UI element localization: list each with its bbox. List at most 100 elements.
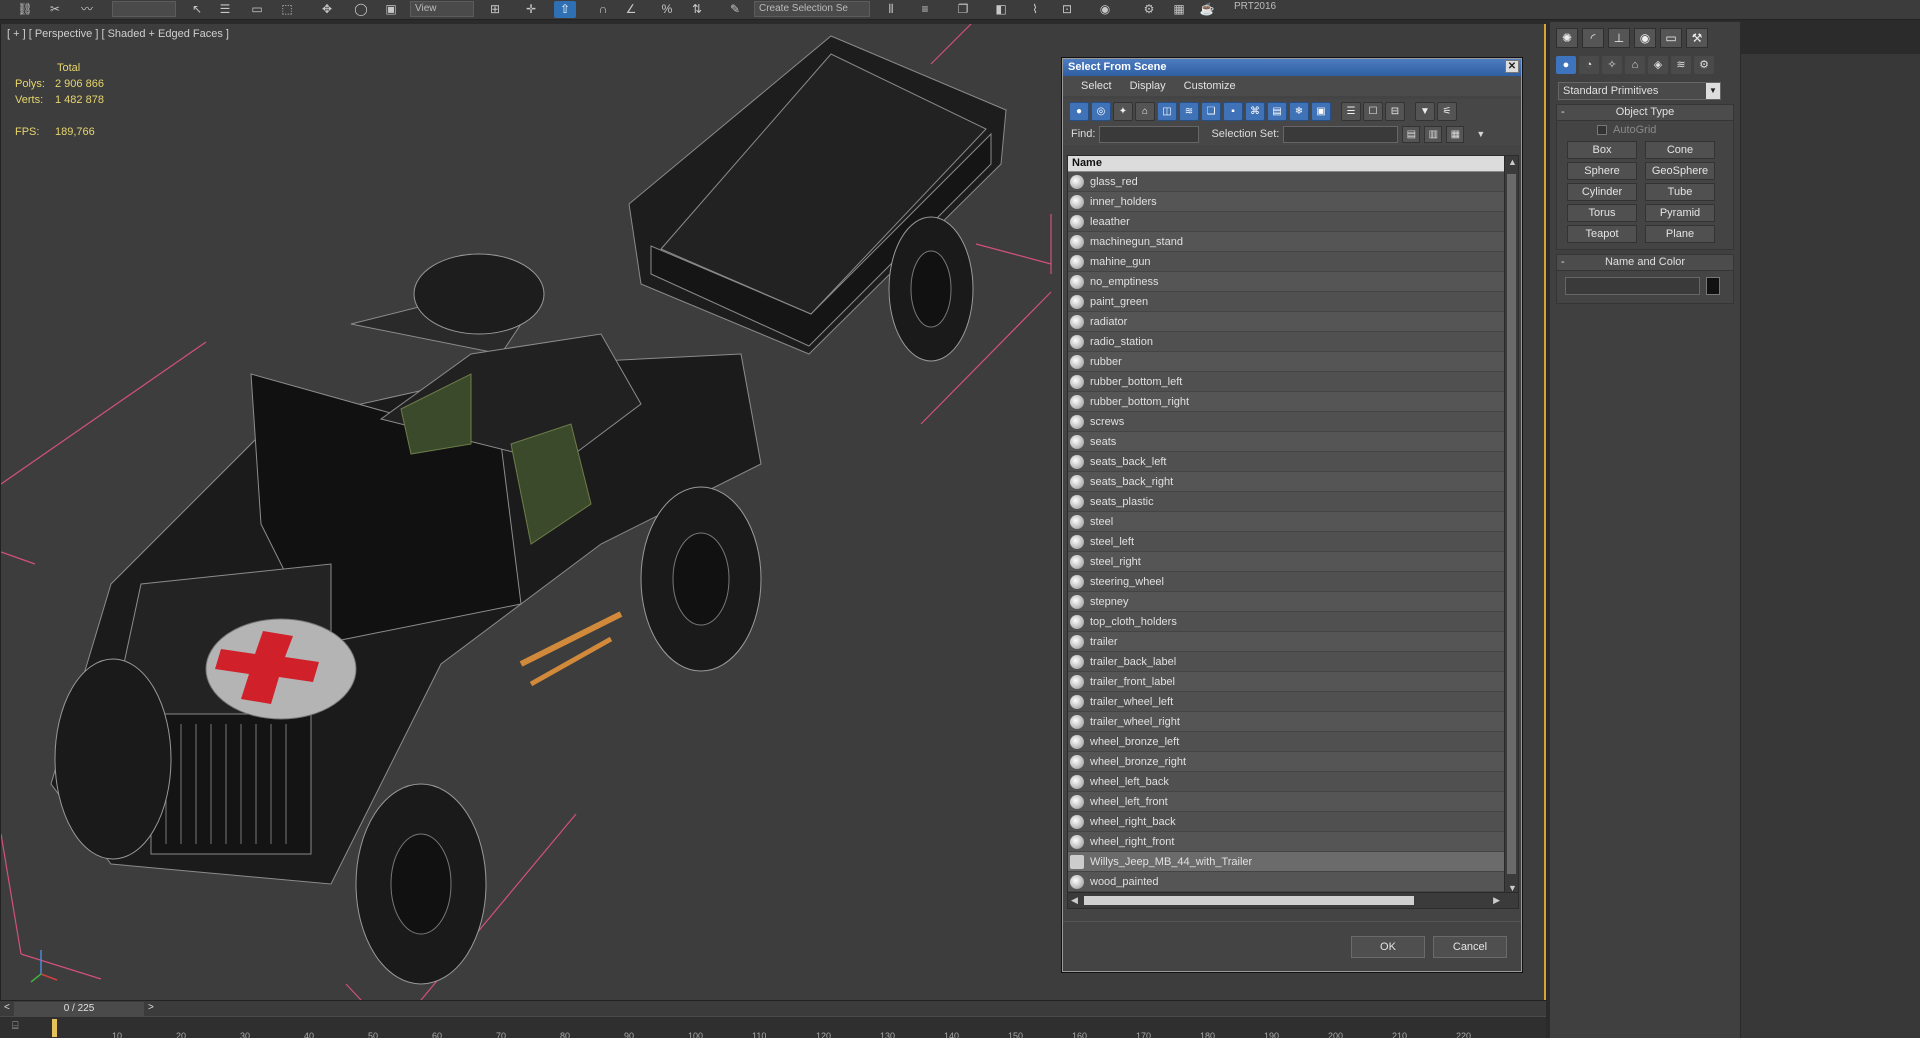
primitive-button-tube[interactable]: Tube (1645, 183, 1715, 201)
percent-snap-icon[interactable]: % (656, 1, 678, 18)
bind-space-warp-icon[interactable]: 〰 (76, 1, 98, 18)
list-item[interactable]: wheel_left_back (1068, 772, 1506, 792)
mini-curve-editor-icon[interactable]: ⌸ (12, 1020, 19, 1033)
pivot-center-icon[interactable]: ⊞ (484, 1, 506, 18)
list-item[interactable]: stepney (1068, 592, 1506, 612)
keyboard-shortcut-override-icon[interactable]: ⇧ (554, 1, 576, 18)
object-color-swatch[interactable] (1706, 277, 1720, 295)
chevron-down-icon[interactable]: ▼ (1706, 83, 1720, 99)
list-item[interactable]: radiator (1068, 312, 1506, 332)
move-icon[interactable]: ✥ (316, 1, 338, 18)
rectangular-selection-icon[interactable]: ▭ (246, 1, 268, 18)
render-production-icon[interactable]: ☕ (1196, 1, 1218, 18)
list-item[interactable]: radio_station (1068, 332, 1506, 352)
curve-editor-icon[interactable]: ⌇ (1024, 1, 1046, 18)
list-item[interactable]: seats (1068, 432, 1506, 452)
list-item[interactable]: seats_back_left (1068, 452, 1506, 472)
spinner-snap-icon[interactable]: ⇅ (686, 1, 708, 18)
primitive-button-sphere[interactable]: Sphere (1567, 162, 1637, 180)
link-icon[interactable]: ⛓ (14, 1, 36, 18)
hierarchy-tab-icon[interactable]: ⊥ (1608, 28, 1630, 48)
menu-display[interactable]: Display (1130, 80, 1166, 92)
list-item[interactable]: steel_left (1068, 532, 1506, 552)
cameras-icon[interactable]: ⌂ (1625, 56, 1645, 74)
horizontal-scroll-thumb[interactable] (1084, 896, 1414, 905)
close-icon[interactable]: ✕ (1505, 60, 1519, 73)
unlink-icon[interactable]: ✂ (44, 1, 66, 18)
utilities-tab-icon[interactable]: ⚒ (1686, 28, 1708, 48)
helpers-icon[interactable]: ◈ (1648, 56, 1668, 74)
list-item[interactable]: trailer_wheel_left (1068, 692, 1506, 712)
create-selection-set-icon[interactable]: ▤ (1402, 125, 1421, 143)
angle-snap-icon[interactable]: ∠ (620, 1, 642, 18)
hidden-filter-icon[interactable]: ▣ (1311, 101, 1331, 121)
list-item[interactable]: Willys_Jeep_MB_44_with_Trailer (1068, 852, 1506, 872)
list-item[interactable]: inner_holders (1068, 192, 1506, 212)
horizontal-scrollbar[interactable]: ◀ ▶ (1068, 892, 1518, 908)
cancel-button[interactable]: Cancel (1433, 936, 1507, 958)
selection-filter-dropdown[interactable] (112, 1, 176, 17)
material-editor-icon[interactable]: ◉ (1094, 1, 1116, 18)
schematic-view-icon[interactable]: ⊡ (1056, 1, 1078, 18)
list-item[interactable]: wheel_right_back (1068, 812, 1506, 832)
list-item[interactable]: trailer (1068, 632, 1506, 652)
list-item[interactable]: rubber_bottom_left (1068, 372, 1506, 392)
list-item[interactable]: machinegun_stand (1068, 232, 1506, 252)
mirror-icon[interactable]: ⫴ (880, 1, 902, 18)
space-warps-filter-icon[interactable]: ≋ (1179, 101, 1199, 121)
scroll-up-icon[interactable]: ▲ (1508, 157, 1517, 167)
geometry-filter-icon[interactable]: ● (1069, 101, 1089, 121)
invert-selection-icon[interactable]: ⊟ (1385, 101, 1405, 121)
space-warps-icon[interactable]: ≋ (1671, 56, 1691, 74)
collapse-icon[interactable]: - (1561, 105, 1565, 120)
snaps-toggle-icon[interactable]: ∩ (592, 1, 614, 18)
xrefs-filter-icon[interactable]: ▪ (1223, 101, 1243, 121)
cameras-filter-icon[interactable]: ⌂ (1135, 101, 1155, 121)
bones-filter-icon[interactable]: ⌘ (1245, 101, 1265, 121)
list-item[interactable]: wheel_right_front (1068, 832, 1506, 852)
time-slider-label[interactable]: 0 / 225 (14, 1002, 144, 1016)
list-item[interactable]: top_cloth_holders (1068, 612, 1506, 632)
checkbox-icon[interactable] (1597, 125, 1607, 135)
remove-from-set-icon[interactable]: ▦ (1446, 125, 1465, 143)
list-item[interactable]: seats_plastic (1068, 492, 1506, 512)
edit-named-selection-icon[interactable]: ✎ (724, 1, 746, 18)
primitive-button-plane[interactable]: Plane (1645, 225, 1715, 243)
align-icon[interactable]: ≡ (914, 1, 936, 18)
list-item[interactable]: steering_wheel (1068, 572, 1506, 592)
primitive-button-pyramid[interactable]: Pyramid (1645, 204, 1715, 222)
list-item[interactable]: wheel_bronze_left (1068, 732, 1506, 752)
name-column-header[interactable]: Name (1068, 156, 1506, 172)
dialog-titlebar[interactable]: Select From Scene ✕ (1063, 59, 1521, 76)
scale-icon[interactable]: ▣ (380, 1, 402, 18)
chevron-down-icon[interactable]: ▼ (1476, 129, 1485, 139)
reference-coordinate-dropdown[interactable]: View (410, 1, 474, 17)
vertical-scroll-thumb[interactable] (1507, 174, 1516, 874)
find-input[interactable] (1099, 125, 1200, 143)
time-slider-bar[interactable]: < 0 / 225 > (0, 1000, 1546, 1016)
viewport-label[interactable]: [ + ] [ Perspective ] [ Shaded + Edged F… (7, 28, 229, 40)
current-frame-marker[interactable] (52, 1019, 57, 1037)
name-and-color-header[interactable]: - Name and Color (1557, 255, 1733, 271)
render-setup-icon[interactable]: ⚙ (1138, 1, 1160, 18)
rotate-icon[interactable]: ◯ (350, 1, 372, 18)
selection-set-dropdown[interactable] (1283, 125, 1399, 143)
object-type-header[interactable]: - Object Type (1557, 105, 1733, 121)
primitive-button-geosphere[interactable]: GeoSphere (1645, 162, 1715, 180)
helpers-filter-icon[interactable]: ◫ (1157, 101, 1177, 121)
select-manipulate-icon[interactable]: ✛ (520, 1, 542, 18)
time-prev-icon[interactable]: < (4, 1002, 10, 1013)
list-item[interactable]: trailer_back_label (1068, 652, 1506, 672)
list-item[interactable]: seats_back_right (1068, 472, 1506, 492)
list-item[interactable]: wheel_bronze_right (1068, 752, 1506, 772)
list-item[interactable]: trailer_wheel_right (1068, 712, 1506, 732)
primitive-button-torus[interactable]: Torus (1567, 204, 1637, 222)
motion-tab-icon[interactable]: ◉ (1634, 28, 1656, 48)
list-item[interactable]: glass_red (1068, 172, 1506, 192)
shapes-icon[interactable]: ◔ (1579, 56, 1599, 74)
list-item[interactable]: screws (1068, 412, 1506, 432)
select-all-icon[interactable]: ☰ (1341, 101, 1361, 121)
primitive-button-teapot[interactable]: Teapot (1567, 225, 1637, 243)
list-item[interactable]: paint_green (1068, 292, 1506, 312)
list-item[interactable]: leaather (1068, 212, 1506, 232)
